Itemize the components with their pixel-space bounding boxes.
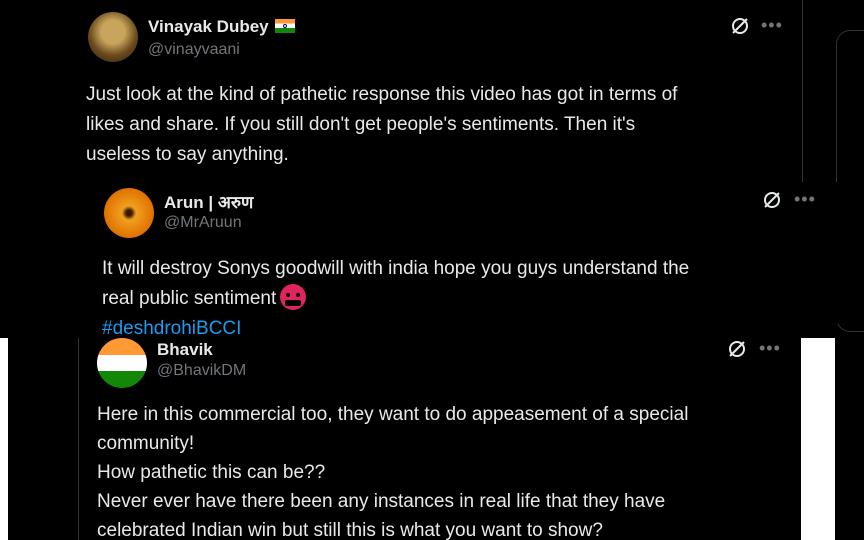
tweet-card-bhavik[interactable]: Bhavik @BhavikDM ••• Here in this commer… [78, 338, 802, 540]
tweet-text: Just look at the kind of pathetic respon… [86, 80, 786, 170]
author-name-text[interactable]: Vinayak Dubey [148, 17, 269, 36]
author-handle[interactable]: @vinayvaani [148, 41, 240, 59]
left-gutter [0, 338, 8, 540]
author-name[interactable]: Bhavik [157, 340, 213, 360]
more-options-icon[interactable]: ••• [759, 339, 781, 357]
more-options-icon[interactable]: ••• [761, 16, 783, 34]
author-name[interactable]: Vinayak Dubey [148, 17, 295, 37]
right-gutter [801, 338, 835, 540]
tweet-line: Here in this commercial too, they want t… [97, 404, 689, 425]
avatar[interactable] [104, 188, 154, 238]
tweet-line: useless to say anything. [86, 144, 289, 165]
tweet-line: Never ever have there been any instances… [97, 491, 666, 512]
author-name[interactable]: Arun | अरुण [164, 190, 253, 213]
angry-face-emoji-icon [280, 284, 307, 310]
grok-icon[interactable] [762, 190, 782, 210]
tweet-line: likes and share. If you still don't get … [86, 114, 636, 135]
avatar[interactable] [97, 338, 147, 388]
hashtag-link[interactable]: #deshdrohiBCCI [102, 314, 822, 338]
tweet-card-vinayak[interactable]: Vinayak Dubey @vinayvaani ••• Just look … [68, 0, 802, 182]
tweet-card-arun[interactable]: Arun | अरुण @MrAruun ••• It will destroy… [84, 182, 838, 338]
more-options-icon[interactable]: ••• [794, 190, 816, 208]
divider [802, 0, 803, 182]
tweet-line-with-emoji: real public sentiment [102, 284, 822, 314]
avatar[interactable] [88, 12, 138, 62]
tweet-line: Just look at the kind of pathetic respon… [86, 84, 678, 105]
tweet-line: celebrated Indian win but still this is … [97, 520, 603, 540]
grok-icon[interactable] [730, 16, 750, 36]
right-side-card [835, 338, 864, 540]
tweet-line: community! [97, 433, 195, 454]
india-flag-icon [274, 19, 295, 33]
grok-icon[interactable] [727, 339, 747, 359]
left-blank [8, 338, 78, 540]
tweet-text: It will destroy Sonys goodwill with indi… [102, 254, 822, 338]
author-handle[interactable]: @MrAruun [164, 214, 242, 232]
tweet-text: Here in this commercial too, they want t… [97, 400, 787, 540]
tweet-line: How pathetic this can be?? [97, 462, 326, 483]
author-handle[interactable]: @BhavikDM [157, 362, 246, 380]
side-card [836, 30, 864, 332]
tweet-line: real public sentiment [102, 288, 277, 309]
tweet-line: It will destroy Sonys goodwill with indi… [102, 258, 690, 279]
